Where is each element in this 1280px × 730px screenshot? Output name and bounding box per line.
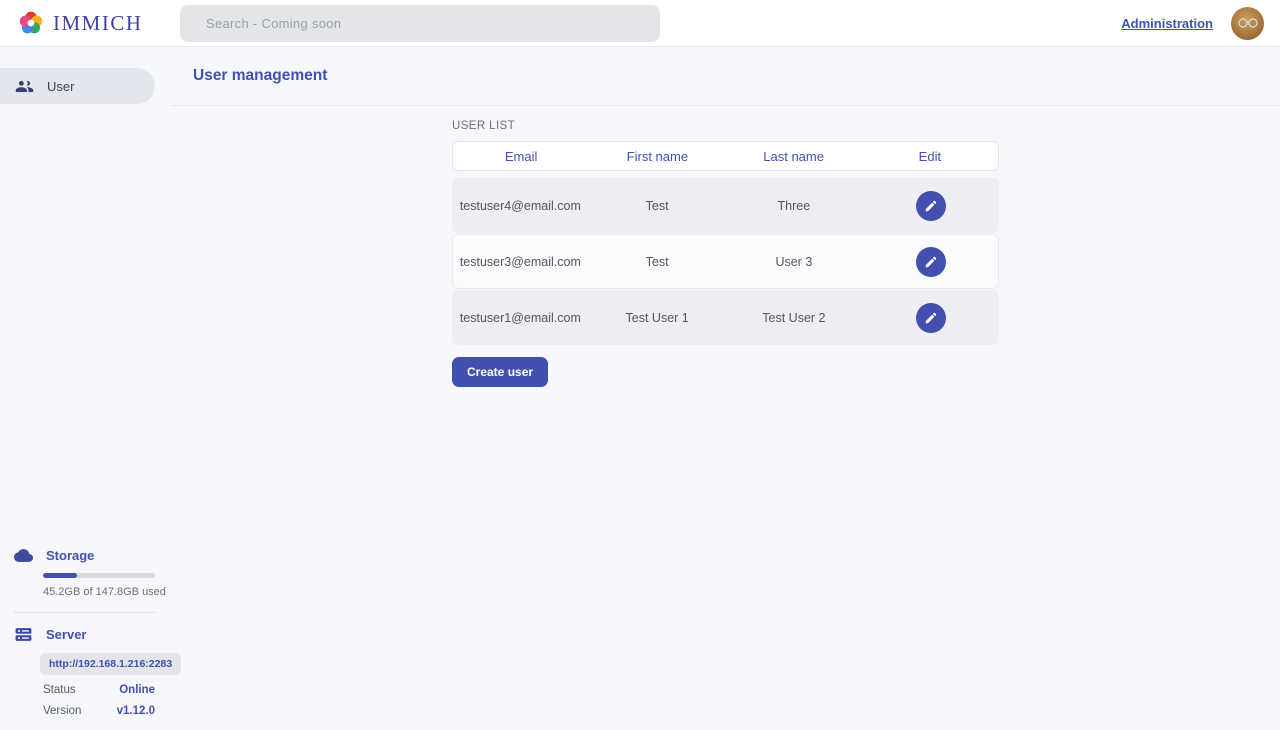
cell-email: testuser1@email.com (452, 311, 589, 325)
section-label: USER LIST (452, 120, 999, 132)
cloud-icon (14, 546, 33, 565)
sidebar-item-user[interactable]: User (0, 68, 155, 104)
header-last-name: Last name (726, 149, 862, 164)
status-value: Online (119, 684, 155, 696)
app-logo: IMMICH (18, 10, 143, 36)
search-input[interactable] (180, 5, 660, 42)
edit-user-button[interactable] (916, 191, 946, 221)
cell-first-name: Test (589, 255, 726, 269)
app-name: IMMICH (53, 11, 143, 36)
storage-title: Storage (46, 548, 94, 563)
table-row: testuser1@email.com Test User 1 Test Use… (452, 290, 999, 345)
sidebar-status-panel: Storage 45.2GB of 147.8GB used (0, 546, 171, 717)
navbar-right: Administration (1121, 7, 1264, 40)
server-icon (14, 625, 33, 644)
cell-edit (862, 191, 999, 221)
header-first-name: First name (589, 149, 725, 164)
create-user-button[interactable]: Create user (452, 357, 548, 387)
sidebar-item-label: User (47, 79, 74, 94)
cell-first-name: Test User 1 (589, 311, 726, 325)
cell-last-name: Test User 2 (726, 311, 863, 325)
page-title: User management (193, 67, 327, 85)
server-version-row: Version v1.12.0 (43, 705, 155, 717)
title-bar: User management (171, 47, 1280, 106)
cell-email: testuser3@email.com (452, 255, 589, 269)
user-avatar[interactable] (1231, 7, 1264, 40)
status-label: Status (43, 684, 76, 696)
header-email: Email (453, 149, 589, 164)
pencil-icon (924, 311, 938, 325)
server-title: Server (46, 627, 86, 642)
cell-email: testuser4@email.com (452, 199, 589, 213)
server-url-badge: http://192.168.1.216:2283 (40, 653, 181, 675)
storage-progress-fill (43, 573, 77, 578)
cell-last-name: Three (726, 199, 863, 213)
storage-progress-bar (43, 573, 155, 578)
cell-edit (862, 247, 999, 277)
administration-link[interactable]: Administration (1121, 16, 1213, 31)
storage-section-header: Storage (0, 546, 171, 565)
version-value: v1.12.0 (117, 705, 155, 717)
pencil-icon (924, 199, 938, 213)
cell-last-name: User 3 (726, 255, 863, 269)
server-status-row: Status Online (43, 684, 155, 696)
server-section-header: Server (0, 625, 171, 644)
immich-flower-icon (18, 10, 44, 36)
storage-usage-text: 45.2GB of 147.8GB used (43, 586, 171, 598)
top-navbar: IMMICH Administration (0, 0, 1280, 47)
admin-sidebar: User Storage 45.2GB of 147.8GB used (0, 47, 171, 730)
header-edit: Edit (862, 149, 998, 164)
cell-edit (862, 303, 999, 333)
sidebar-divider (14, 612, 155, 613)
user-list-section: USER LIST Email First name Last name Edi… (452, 120, 999, 387)
user-table-body: testuser4@email.com Test Three testuser3… (452, 178, 999, 345)
glasses-icon (1237, 17, 1259, 29)
table-row: testuser3@email.com Test User 3 (452, 234, 999, 289)
cell-first-name: Test (589, 199, 726, 213)
edit-user-button[interactable] (916, 247, 946, 277)
table-row: testuser4@email.com Test Three (452, 178, 999, 233)
edit-user-button[interactable] (916, 303, 946, 333)
pencil-icon (924, 255, 938, 269)
users-icon (15, 77, 34, 96)
table-header-row: Email First name Last name Edit (452, 141, 999, 171)
version-label: Version (43, 705, 81, 717)
main-content: User management USER LIST Email First na… (171, 47, 1280, 730)
